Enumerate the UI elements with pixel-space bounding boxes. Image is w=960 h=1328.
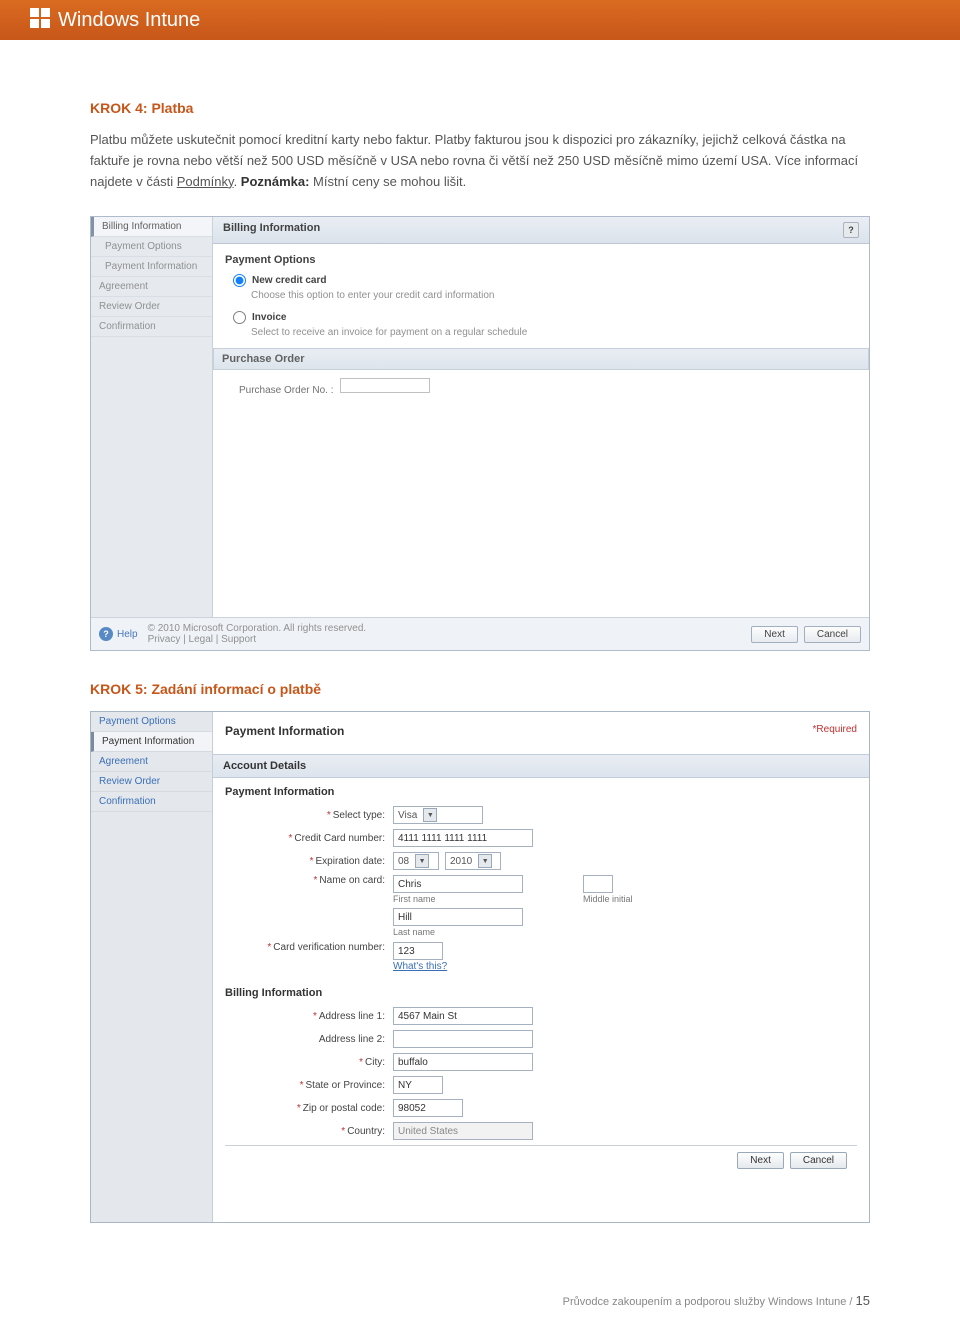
sidebar-item-review[interactable]: Review Order	[91, 297, 212, 317]
cancel-button[interactable]: Cancel	[804, 626, 861, 643]
next-button[interactable]: Next	[751, 626, 798, 643]
input-card-number[interactable]	[393, 829, 533, 847]
input-first-name[interactable]	[393, 875, 523, 893]
desc-invoice: Select to receive an invoice for payment…	[251, 327, 857, 338]
row-card-type: *Select type: Visa ▼	[225, 806, 857, 824]
purchase-order-row: Purchase Order No. :	[239, 378, 857, 396]
option-invoice[interactable]: Invoice	[233, 311, 857, 324]
sidebar-item-confirmation[interactable]: Confirmation	[91, 792, 212, 812]
help-bubble-icon[interactable]: ?	[99, 627, 113, 641]
label-middle-initial: Middle initial	[583, 894, 633, 904]
screenshot-payment-options: Billing Information Payment Options Paym…	[90, 216, 870, 651]
screenshot-payment-info: Payment Options Payment Information Agre…	[90, 711, 870, 1223]
step4-body: Platbu můžete uskutečnit pomocí kreditní…	[90, 130, 870, 192]
next-button[interactable]: Next	[737, 1152, 784, 1169]
step4-title: KROK 4: Platba	[90, 100, 870, 116]
purchase-order-header: Purchase Order	[213, 348, 869, 370]
desc-credit-card: Choose this option to enter your credit …	[251, 290, 857, 301]
help-icon[interactable]: ?	[843, 222, 859, 238]
sidebar-item-confirmation[interactable]: Confirmation	[91, 317, 212, 337]
note-label: Poznámka:	[241, 174, 310, 189]
label-last-name: Last name	[393, 927, 633, 937]
footer-text: Průvodce zakoupením a podporou služby Wi…	[563, 1296, 856, 1308]
row-city: *City:	[225, 1053, 857, 1071]
input-address1[interactable]	[393, 1007, 533, 1025]
page-number: 15	[856, 1293, 870, 1308]
brand-text: Windows Intune	[58, 9, 200, 32]
input-address2[interactable]	[393, 1030, 533, 1048]
sidebar-item-payment-info[interactable]: Payment Information	[91, 257, 212, 277]
cancel-button[interactable]: Cancel	[790, 1152, 847, 1169]
label-credit-card: New credit card	[252, 275, 326, 286]
input-last-name[interactable]	[393, 908, 523, 926]
input-city[interactable]	[393, 1053, 533, 1071]
chevron-down-icon: ▼	[478, 854, 492, 868]
chevron-down-icon: ▼	[423, 808, 437, 822]
sidebar-item-agreement[interactable]: Agreement	[91, 277, 212, 297]
panel-footer: ? Help © 2010 Microsoft Corporation. All…	[91, 617, 869, 650]
step4-text-b: .	[234, 174, 241, 189]
input-zip[interactable]	[393, 1099, 463, 1117]
row-card-number: *Credit Card number:	[225, 829, 857, 847]
panel-footer: Next Cancel	[225, 1145, 857, 1175]
radio-invoice[interactable]	[233, 311, 246, 324]
row-state: *State or Province:	[225, 1076, 857, 1094]
required-note: *Required	[813, 724, 857, 735]
row-name-on-card: *Name on card: First name Middle initial	[225, 875, 857, 937]
wizard-sidebar: Billing Information Payment Options Paym…	[91, 217, 213, 617]
select-exp-year[interactable]: 2010 ▼	[445, 852, 501, 870]
input-cvn[interactable]	[393, 942, 443, 960]
sidebar-item-payment-options[interactable]: Payment Options	[91, 237, 212, 257]
sidebar-item-review[interactable]: Review Order	[91, 772, 212, 792]
input-state[interactable]	[393, 1076, 443, 1094]
copyright-text: © 2010 Microsoft Corporation. All rights…	[148, 623, 367, 645]
windows-logo-icon	[30, 8, 50, 33]
row-zip: *Zip or postal code:	[225, 1099, 857, 1117]
chevron-down-icon: ▼	[415, 854, 429, 868]
wizard-sidebar: Payment Options Payment Information Agre…	[91, 712, 213, 1222]
radio-credit-card[interactable]	[233, 274, 246, 287]
panel-title: Billing Information	[223, 222, 320, 234]
payment-options-heading: Payment Options	[225, 254, 857, 266]
whats-this-link[interactable]: What's this?	[393, 961, 447, 972]
payment-info-heading: Payment Information	[225, 786, 857, 798]
terms-link[interactable]: Podmínky	[177, 174, 234, 189]
billing-info-heading: Billing Information	[225, 987, 857, 999]
sidebar-item-payment-info[interactable]: Payment Information	[91, 732, 212, 752]
sidebar-item-payment-options[interactable]: Payment Options	[91, 712, 212, 732]
row-country: *Country:	[225, 1122, 857, 1140]
help-link[interactable]: Help	[117, 629, 138, 640]
input-country	[393, 1122, 533, 1140]
account-details-band: Account Details	[213, 754, 869, 778]
page-footer: Průvodce zakoupením a podporou služby Wi…	[0, 1273, 960, 1328]
select-card-type[interactable]: Visa ▼	[393, 806, 483, 824]
sidebar-item-agreement[interactable]: Agreement	[91, 752, 212, 772]
row-cvn: *Card verification number: What's this?	[225, 942, 857, 972]
step5-title: KROK 5: Zadání informací o platbě	[90, 681, 870, 697]
brand-banner: Windows Intune	[0, 0, 960, 40]
row-address1: *Address line 1:	[225, 1007, 857, 1025]
po-input[interactable]	[340, 378, 430, 393]
row-expiration: *Expiration date: 08 ▼ 2010 ▼	[225, 852, 857, 870]
option-credit-card[interactable]: New credit card	[233, 274, 857, 287]
po-label: Purchase Order No. :	[239, 385, 333, 396]
sidebar-item-billing-info[interactable]: Billing Information	[91, 217, 212, 237]
select-exp-month[interactable]: 08 ▼	[393, 852, 439, 870]
label-first-name: First name	[393, 894, 523, 904]
note-text: Místní ceny se mohou lišit.	[309, 174, 466, 189]
panel-header: Billing Information ?	[213, 217, 869, 244]
payment-info-title: Payment Information *Required	[225, 724, 857, 738]
input-middle-initial[interactable]	[583, 875, 613, 893]
label-invoice: Invoice	[252, 312, 286, 323]
row-address2: Address line 2:	[225, 1030, 857, 1048]
